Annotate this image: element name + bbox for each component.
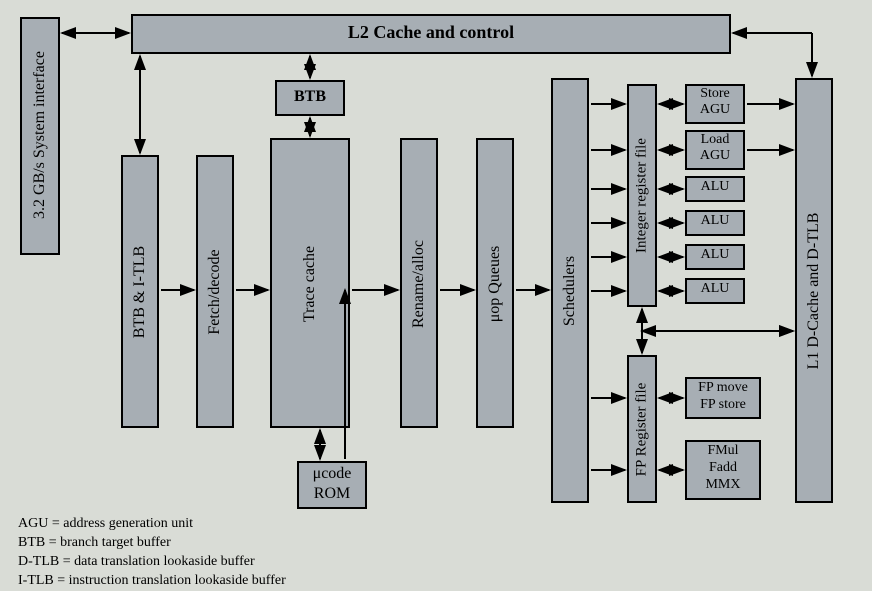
legend-dtlb: D-TLB = data translation lookaside buffe… [18, 553, 286, 572]
legend-btb: BTB = branch target buffer [18, 534, 286, 553]
legend: AGU = address generation unit BTB = bran… [18, 515, 286, 591]
legend-agu: AGU = address generation unit [18, 515, 286, 534]
legend-itlb: I-TLB = instruction translation lookasid… [18, 572, 286, 591]
arrows-layer [0, 0, 872, 591]
